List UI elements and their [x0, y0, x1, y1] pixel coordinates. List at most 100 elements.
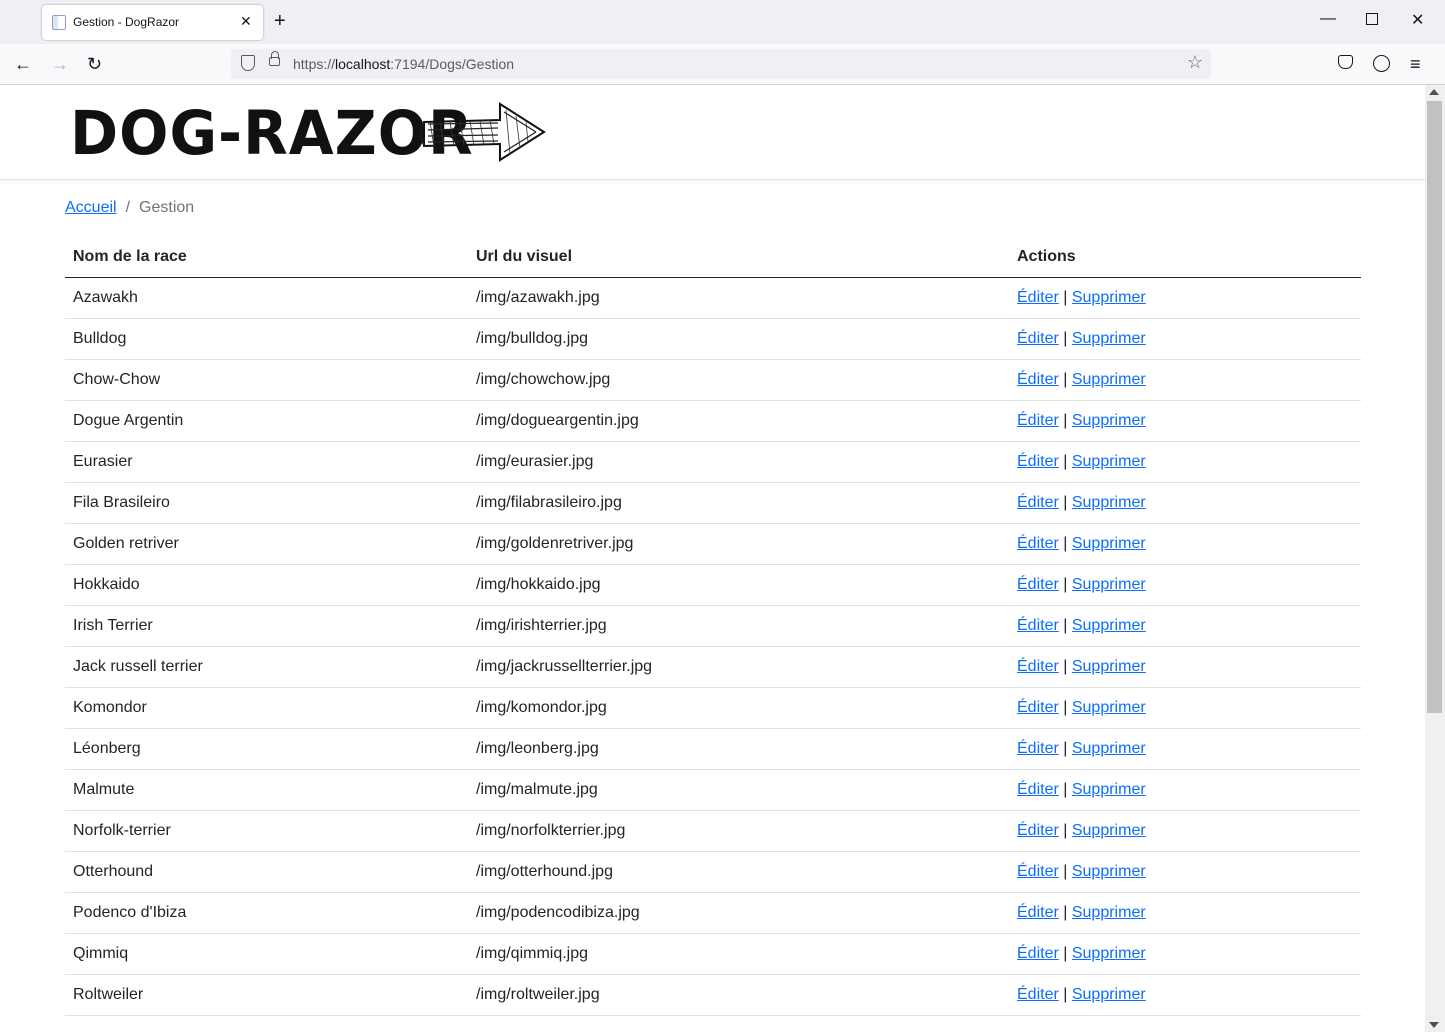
action-separator: |: [1063, 288, 1068, 306]
maximize-icon[interactable]: [1366, 13, 1378, 25]
reload-icon[interactable]: ↻: [87, 54, 102, 74]
delete-link[interactable]: Supprimer: [1072, 822, 1146, 839]
browser-tab[interactable]: Gestion - DogRazor ✕: [42, 5, 263, 40]
image-url-cell: /img/malmute.jpg: [468, 769, 1009, 811]
scroll-down-arrow-icon[interactable]: [1429, 1022, 1439, 1028]
page-scrollbar[interactable]: [1425, 85, 1445, 1032]
breed-name-cell: Jack russell terrier: [65, 646, 468, 688]
bookmark-star-icon[interactable]: ☆: [1187, 52, 1203, 73]
breed-name-cell: Golden retriver: [65, 523, 468, 565]
lock-icon[interactable]: [269, 51, 280, 66]
delete-link[interactable]: Supprimer: [1072, 371, 1146, 388]
image-url-cell: /img/bulldog.jpg: [468, 318, 1009, 360]
action-separator: |: [1063, 944, 1068, 962]
image-url-cell: /img/hokkaido.jpg: [468, 564, 1009, 606]
edit-link[interactable]: Éditer: [1017, 904, 1059, 921]
column-header-actions: Actions: [1009, 236, 1361, 278]
edit-link[interactable]: Éditer: [1017, 986, 1059, 1003]
breed-name-cell: Hokkaido: [65, 564, 468, 606]
delete-link[interactable]: Supprimer: [1072, 412, 1146, 429]
actions-cell: Éditer | Supprimer: [1009, 277, 1361, 319]
tracking-protection-shield-icon[interactable]: [241, 55, 255, 71]
minimize-icon[interactable]: —: [1320, 10, 1336, 28]
table-row: Eurasier/img/eurasier.jpg Éditer | Suppri…: [65, 441, 1361, 483]
delete-link[interactable]: Supprimer: [1072, 453, 1146, 470]
image-url-cell: /img/roltweiler.jpg: [468, 974, 1009, 1016]
table-row: Chow-Chow/img/chowchow.jpg Éditer | Suppr…: [65, 359, 1361, 401]
url-path: :7194/Dogs/Gestion: [390, 56, 515, 72]
actions-cell: Éditer | Supprimer: [1009, 318, 1361, 360]
forward-arrow-icon[interactable]: →: [51, 54, 69, 74]
delete-link[interactable]: Supprimer: [1072, 658, 1146, 675]
delete-link[interactable]: Supprimer: [1072, 330, 1146, 347]
edit-link[interactable]: Éditer: [1017, 617, 1059, 634]
logo-arrow-icon: [420, 102, 546, 162]
breed-name-cell: Fila Brasileiro: [65, 482, 468, 524]
new-tab-icon[interactable]: +: [274, 10, 286, 32]
edit-link[interactable]: Éditer: [1017, 494, 1059, 511]
edit-link[interactable]: Éditer: [1017, 371, 1059, 388]
delete-link[interactable]: Supprimer: [1072, 576, 1146, 593]
edit-link[interactable]: Éditer: [1017, 740, 1059, 757]
edit-link[interactable]: Éditer: [1017, 658, 1059, 675]
account-icon[interactable]: [1373, 55, 1390, 72]
breadcrumb-home-link[interactable]: Accueil: [65, 199, 117, 216]
actions-cell: Éditer | Supprimer: [1009, 605, 1361, 647]
site-logo[interactable]: DOG-RAZOR: [70, 95, 550, 169]
actions-cell: Éditer | Supprimer: [1009, 769, 1361, 811]
delete-link[interactable]: Supprimer: [1072, 904, 1146, 921]
delete-link[interactable]: Supprimer: [1072, 945, 1146, 962]
delete-link[interactable]: Supprimer: [1072, 289, 1146, 306]
url-text[interactable]: https://localhost:7194/Dogs/Gestion: [293, 56, 514, 72]
delete-link[interactable]: Supprimer: [1072, 699, 1146, 716]
actions-cell: Éditer | Supprimer: [1009, 482, 1361, 524]
action-separator: |: [1063, 862, 1068, 880]
url-prefix: https://: [293, 56, 336, 72]
edit-link[interactable]: Éditer: [1017, 289, 1059, 306]
delete-link[interactable]: Supprimer: [1072, 986, 1146, 1003]
delete-link[interactable]: Supprimer: [1072, 863, 1146, 880]
action-separator: |: [1063, 575, 1068, 593]
edit-link[interactable]: Éditer: [1017, 535, 1059, 552]
edit-link[interactable]: Éditer: [1017, 863, 1059, 880]
url-bar[interactable]: https://localhost:7194/Dogs/Gestion ☆: [231, 49, 1211, 79]
edit-link[interactable]: Éditer: [1017, 412, 1059, 429]
edit-link[interactable]: Éditer: [1017, 453, 1059, 470]
edit-link[interactable]: Éditer: [1017, 945, 1059, 962]
delete-link[interactable]: Supprimer: [1072, 740, 1146, 757]
scrollbar-thumb[interactable]: [1427, 101, 1442, 713]
edit-link[interactable]: Éditer: [1017, 576, 1059, 593]
delete-link[interactable]: Supprimer: [1072, 535, 1146, 552]
image-url-cell: /img/azawakh.jpg: [468, 277, 1009, 319]
table-row: Otterhound/img/otterhound.jpg Éditer | Su…: [65, 851, 1361, 893]
delete-link[interactable]: Supprimer: [1072, 781, 1146, 798]
actions-cell: Éditer | Supprimer: [1009, 810, 1361, 852]
edit-link[interactable]: Éditer: [1017, 781, 1059, 798]
url-host: localhost: [335, 56, 391, 72]
action-separator: |: [1063, 985, 1068, 1003]
delete-link[interactable]: Supprimer: [1072, 494, 1146, 511]
actions-cell: Éditer | Supprimer: [1009, 974, 1361, 1016]
actions-cell: Éditer | Supprimer: [1009, 400, 1361, 442]
edit-link[interactable]: Éditer: [1017, 822, 1059, 839]
close-tab-icon[interactable]: ✕: [240, 13, 252, 30]
table-row: Dogue Argentin/img/dogueargentin.jpg Édit…: [65, 400, 1361, 442]
actions-cell: Éditer | Supprimer: [1009, 359, 1361, 401]
table-row: Bulldog/img/bulldog.jpg Éditer | Supprime…: [65, 318, 1361, 360]
delete-link[interactable]: Supprimer: [1072, 617, 1146, 634]
page-viewport: DOG-RAZOR Accueil / Gestion Nom de la race…: [0, 85, 1425, 1032]
breed-name-cell: Irish Terrier: [65, 605, 468, 647]
back-arrow-icon[interactable]: ←: [14, 54, 32, 74]
breed-name-cell: Chow-Chow: [65, 359, 468, 401]
table-row: Roltweiler/img/roltweiler.jpg Éditer | Su…: [65, 974, 1361, 1016]
table-header-row: Nom de la race Url du visuel Actions: [65, 236, 1361, 278]
image-url-cell: /img/filabrasileiro.jpg: [468, 482, 1009, 524]
breed-name-cell: Dogue Argentin: [65, 400, 468, 442]
pocket-icon[interactable]: [1338, 55, 1353, 69]
browser-nav-bar: ← → ↻ https://localhost:7194/Dogs/Gestio…: [0, 44, 1445, 85]
window-close-icon[interactable]: ✕: [1411, 10, 1424, 30]
edit-link[interactable]: Éditer: [1017, 330, 1059, 347]
menu-hamburger-icon[interactable]: ≡: [1410, 54, 1421, 74]
scroll-up-arrow-icon[interactable]: [1429, 89, 1439, 95]
edit-link[interactable]: Éditer: [1017, 699, 1059, 716]
